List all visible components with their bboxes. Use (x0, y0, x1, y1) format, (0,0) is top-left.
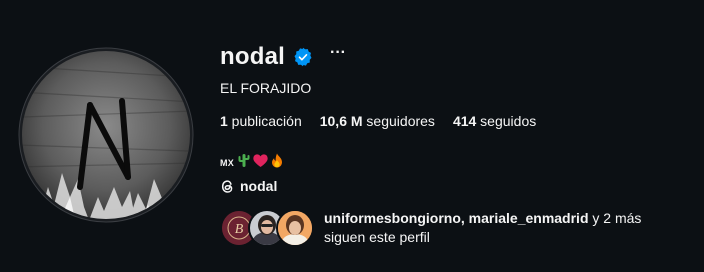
profile-username: nodal (220, 43, 285, 70)
followed-by-conjunction: y (588, 210, 604, 226)
threads-icon (220, 179, 235, 194)
bio-line: MX (220, 153, 286, 173)
following-label: seguidos (476, 113, 537, 129)
posts-count: 1 (220, 113, 228, 129)
profile-full-name: EL FORAJIDO (220, 80, 312, 96)
cactus-icon (238, 153, 250, 173)
followed-by-text: uniformesbongiorno, mariale_enmadrid y 2… (324, 209, 704, 247)
svg-text:B: B (235, 222, 244, 237)
posts-stat: 1 publicación (220, 113, 302, 129)
followed-by-more[interactable]: 2 más (603, 210, 641, 226)
following-count: 414 (452, 113, 477, 129)
followers-label: seguidores (362, 113, 435, 129)
profile-stats: 1 publicación 10,6 M seguidores 414 segu… (220, 113, 554, 129)
following-stat[interactable]: 414 seguidos (453, 113, 536, 129)
followed-by-names[interactable]: uniformesbongiorno, mariale_enmadrid (324, 210, 589, 226)
posts-label: publicación (227, 113, 302, 129)
heart-icon (253, 154, 268, 172)
more-options-button[interactable]: ··· (330, 45, 346, 61)
threads-username: nodal (240, 178, 278, 194)
threads-link[interactable]: nodal (220, 176, 277, 196)
followers-stat[interactable]: 10,6 M seguidores (320, 113, 435, 129)
verified-badge-icon (293, 47, 313, 67)
followers-count: 10,6 M (319, 113, 363, 129)
follower-avatar-other (276, 209, 314, 247)
country-flag: MX (220, 158, 234, 168)
follower-avatars: B (220, 209, 320, 247)
profile-avatar[interactable] (18, 47, 194, 223)
fire-icon (271, 153, 283, 173)
followed-by-tail: siguen este perfil (324, 229, 430, 245)
